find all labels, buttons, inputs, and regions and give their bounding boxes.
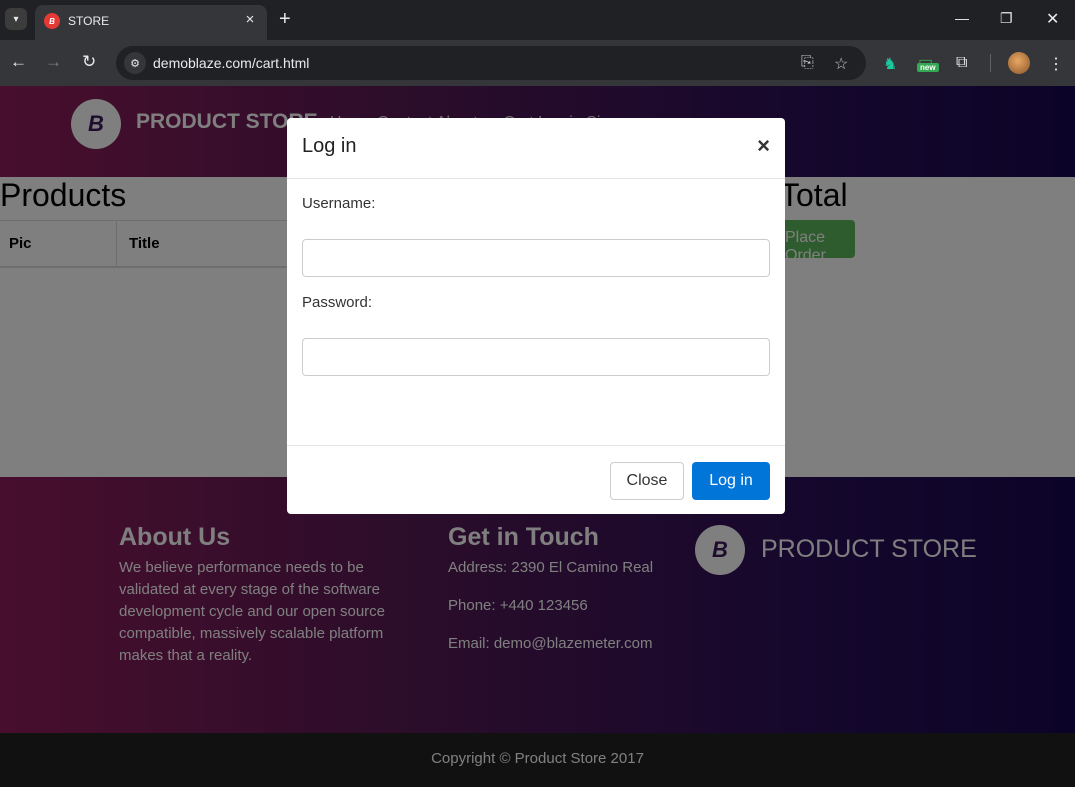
modal-footer: Close Log in	[287, 445, 785, 514]
profile-avatar[interactable]	[1008, 52, 1030, 74]
address-bar[interactable]: ⚙ demoblaze.com/cart.html ⎘ ☆	[116, 46, 866, 80]
username-input[interactable]	[302, 239, 770, 277]
minimize-icon[interactable]: —	[955, 10, 969, 26]
tab-title: STORE	[68, 14, 110, 28]
new-badge: new	[917, 63, 939, 72]
username-label: Username:	[302, 195, 376, 212]
browser-tab-bar: ▾ B STORE × + — ❐ ✕	[0, 0, 1075, 40]
toolbar-divider	[990, 54, 991, 72]
close-icon[interactable]: ×	[757, 134, 770, 158]
login-button[interactable]: Log in	[692, 462, 770, 500]
browser-toolbar: ← → ↻ ⚙ demoblaze.com/cart.html ⎘ ☆ ♞ ▭ …	[0, 40, 1075, 86]
close-window-icon[interactable]: ✕	[1046, 9, 1059, 29]
tab-close-icon[interactable]: ×	[241, 11, 259, 29]
reload-icon[interactable]: ↻	[82, 53, 96, 71]
restore-icon[interactable]: ❐	[1000, 10, 1013, 27]
back-icon[interactable]: ←	[10, 53, 27, 71]
browser-tab[interactable]: B STORE ×	[35, 5, 267, 40]
modal-header: Log in ×	[287, 118, 785, 179]
close-button[interactable]: Close	[610, 462, 684, 500]
password-input[interactable]	[302, 338, 770, 376]
tab-search-icon[interactable]: ▾	[5, 8, 27, 30]
extension-dino-icon[interactable]: ♞	[883, 54, 897, 74]
favicon-icon: B	[44, 13, 60, 29]
modal-title: Log in	[302, 135, 357, 157]
extensions-puzzle-icon[interactable]: ⧉	[956, 54, 967, 72]
bookmark-star-icon[interactable]: ☆	[834, 54, 848, 74]
menu-kebab-icon[interactable]: ⋮	[1048, 54, 1064, 74]
translate-icon[interactable]: ⎘	[801, 54, 814, 72]
web-page: B PRODUCT STORE Home Contact About us Ca…	[0, 86, 1075, 787]
new-tab-icon[interactable]: +	[279, 9, 291, 29]
url-text[interactable]: demoblaze.com/cart.html	[153, 55, 309, 71]
login-modal: Log in × Username: Password: Close Log i…	[287, 118, 785, 514]
site-info-icon[interactable]: ⚙	[124, 52, 146, 74]
forward-icon[interactable]: →	[45, 53, 62, 71]
password-label: Password:	[302, 294, 373, 311]
